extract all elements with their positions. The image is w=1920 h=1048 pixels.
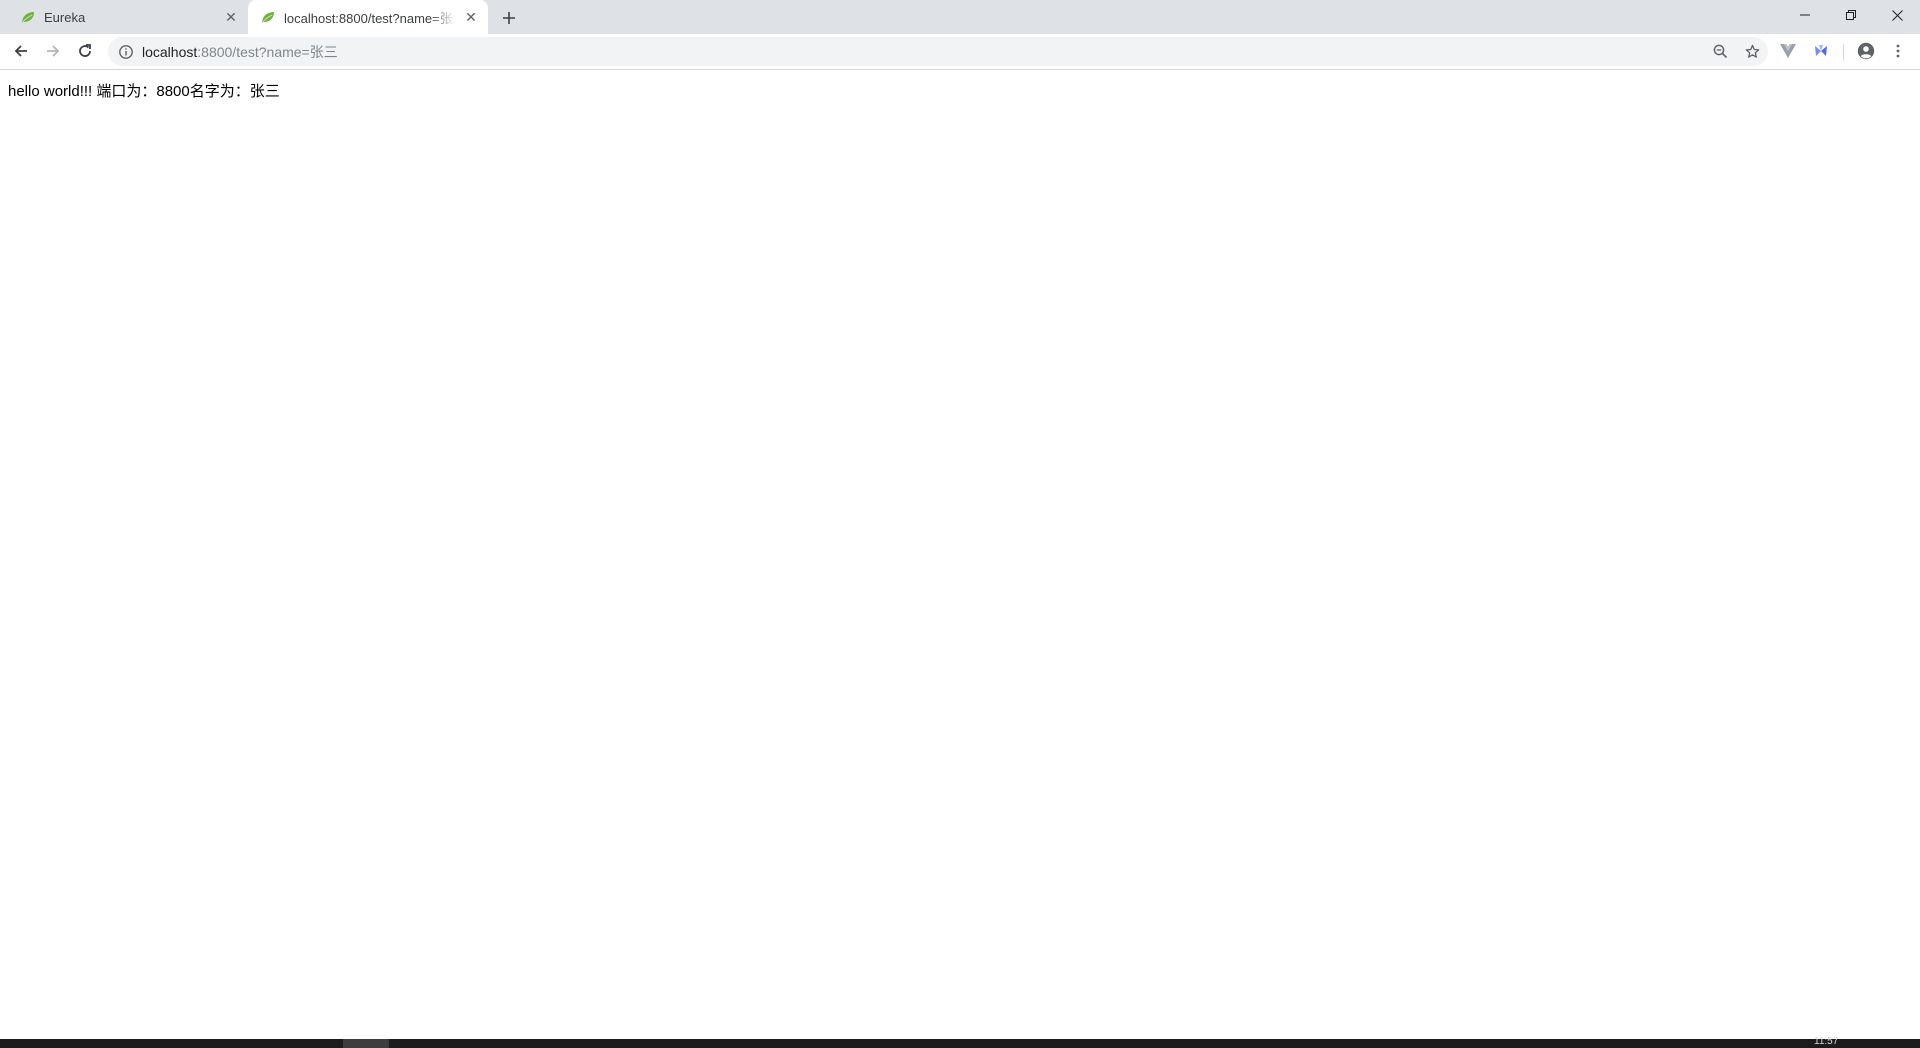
- plus-icon: [503, 12, 515, 24]
- toolbar-separator: [1843, 44, 1844, 60]
- restore-button[interactable]: [1828, 0, 1874, 30]
- url-path: :8800/test?name=张三: [197, 43, 338, 60]
- address-bar[interactable]: localhost:8800/test?name=张三: [108, 37, 1768, 66]
- arrow-right-icon: [47, 45, 60, 57]
- zoom-button[interactable]: [1704, 37, 1736, 66]
- spring-leaf-icon: [261, 12, 274, 24]
- response-text: hello world!!! 端口为：8800名字为：张三: [8, 83, 280, 100]
- tab-close-icon[interactable]: ✕: [462, 8, 480, 26]
- tab-strip: Eureka ✕ localhost:8800/test?name=张三 ✕: [0, 0, 1920, 34]
- arrow-left-icon: [14, 45, 27, 57]
- taskbar-active-app[interactable]: [343, 1039, 389, 1048]
- zoom-out-icon: [1713, 44, 1727, 59]
- close-icon: [1891, 9, 1903, 21]
- bookmark-button[interactable]: [1736, 37, 1768, 66]
- back-button[interactable]: [7, 37, 35, 65]
- tab-title: localhost:8800/test?name=张三: [284, 10, 456, 26]
- browser-extension[interactable]: [1807, 39, 1835, 63]
- taskbar: 11:57: [0, 1036, 1920, 1048]
- tab-localhost[interactable]: localhost:8800/test?name=张三 ✕: [248, 0, 488, 34]
- restore-icon: [1846, 10, 1856, 20]
- account-circle-icon: [1857, 42, 1875, 60]
- profile-button[interactable]: [1852, 39, 1880, 63]
- reload-button[interactable]: [71, 37, 99, 65]
- vue-devtools-icon: [1780, 44, 1796, 58]
- spring-leaf-icon: [21, 12, 34, 24]
- page-content: hello world!!! 端口为：8800名字为：张三: [0, 71, 1920, 1039]
- star-icon: [1745, 44, 1759, 58]
- tab-close-icon[interactable]: ✕: [222, 8, 240, 26]
- address-bar-actions: [1704, 37, 1768, 66]
- browser-menu-button[interactable]: [1884, 39, 1912, 63]
- forward-button[interactable]: [39, 37, 67, 65]
- reload-icon: [79, 44, 91, 57]
- more-vert-icon: [1896, 44, 1900, 58]
- tab-title: Eureka: [44, 9, 86, 25]
- info-icon[interactable]: [118, 44, 134, 60]
- url-host: localhost: [142, 43, 198, 60]
- browser-toolbar: localhost:8800/test?name=张三: [0, 34, 1920, 70]
- taskbar-clock[interactable]: 11:57: [1814, 1036, 1838, 1047]
- tab-eureka[interactable]: Eureka ✕: [8, 0, 248, 34]
- close-window-button[interactable]: [1874, 0, 1920, 30]
- extension-icon: [1815, 45, 1827, 56]
- minimize-button[interactable]: [1782, 0, 1828, 30]
- url-text[interactable]: localhost:8800/test?name=张三: [142, 42, 338, 62]
- minimize-icon: [1800, 14, 1810, 16]
- vue-devtools-extension[interactable]: [1774, 39, 1802, 63]
- new-tab-button[interactable]: [496, 5, 522, 31]
